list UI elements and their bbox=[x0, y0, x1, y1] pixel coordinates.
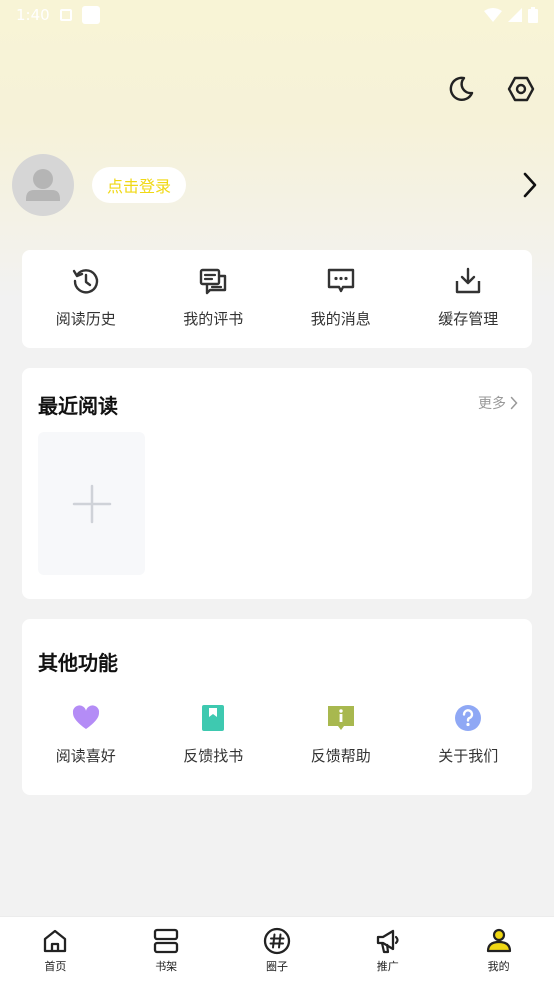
avatar-placeholder-icon bbox=[26, 169, 60, 201]
other-functions-card: 其他功能 阅读喜好 反馈找书 反馈帮助 关于我们 bbox=[22, 619, 532, 795]
comment-book-icon bbox=[200, 268, 227, 295]
tab-label: 圈子 bbox=[265, 960, 288, 973]
settings-icon bbox=[507, 76, 535, 102]
recent-reading-title: 最近阅读 bbox=[38, 394, 118, 418]
quick-item-label: 我的消息 bbox=[310, 310, 371, 328]
tab-label: 首页 bbox=[44, 960, 67, 973]
my-messages-button[interactable]: 我的消息 bbox=[277, 250, 405, 348]
feedback-help-button[interactable]: 反馈帮助 bbox=[277, 703, 405, 766]
profile-row[interactable]: 点击登录 bbox=[12, 154, 542, 216]
other-functions-row: 阅读喜好 反馈找书 反馈帮助 关于我们 bbox=[22, 703, 532, 766]
login-button[interactable]: 点击登录 bbox=[92, 167, 187, 203]
night-mode-button[interactable] bbox=[443, 72, 477, 106]
tab-label: 推广 bbox=[376, 960, 399, 973]
bottom-tab-bar: 首页 书架 圈子 推广 我的 bbox=[0, 916, 554, 984]
profile-icon bbox=[486, 928, 511, 953]
heart-icon bbox=[72, 705, 99, 729]
tab-circle[interactable]: 圈子 bbox=[222, 917, 333, 984]
tab-promote[interactable]: 推广 bbox=[332, 917, 443, 984]
status-time: 1:40 bbox=[16, 6, 50, 24]
megaphone-icon bbox=[376, 929, 399, 954]
function-label: 阅读喜好 bbox=[55, 747, 116, 765]
tab-mine[interactable]: 我的 bbox=[443, 917, 554, 984]
tab-label: 书架 bbox=[155, 960, 178, 973]
home-icon bbox=[44, 929, 67, 953]
hashtag-icon bbox=[263, 927, 291, 955]
other-functions-title: 其他功能 bbox=[38, 651, 118, 675]
cache-management-button[interactable]: 缓存管理 bbox=[405, 250, 533, 348]
signal-icon bbox=[508, 8, 522, 22]
function-label: 关于我们 bbox=[438, 747, 499, 765]
question-icon bbox=[455, 705, 482, 731]
reading-preference-button[interactable]: 阅读喜好 bbox=[22, 703, 150, 766]
add-book-button[interactable] bbox=[38, 432, 145, 575]
more-button[interactable]: 更多 bbox=[478, 393, 518, 413]
history-icon bbox=[72, 269, 98, 294]
quick-item-label: 阅读历史 bbox=[55, 310, 116, 328]
tab-bookshelf[interactable]: 书架 bbox=[111, 917, 222, 984]
info-icon bbox=[327, 706, 354, 730]
bookshelf-icon bbox=[154, 928, 179, 954]
wifi-icon bbox=[484, 8, 502, 22]
function-label: 反馈找书 bbox=[183, 747, 244, 765]
quick-actions-card: 阅读历史 我的评书 我的消息 缓存管理 bbox=[22, 250, 532, 348]
bookmark-icon bbox=[202, 705, 225, 731]
tab-home[interactable]: 首页 bbox=[0, 917, 111, 984]
tab-label: 我的 bbox=[487, 960, 510, 973]
my-reviews-button[interactable]: 我的评书 bbox=[150, 250, 278, 348]
quick-item-label: 缓存管理 bbox=[438, 310, 499, 328]
notification-square-icon bbox=[81, 6, 100, 24]
more-label: 更多 bbox=[478, 396, 506, 412]
function-label: 反馈帮助 bbox=[310, 747, 371, 765]
feedback-find-book-button[interactable]: 反馈找书 bbox=[150, 703, 278, 766]
about-us-button[interactable]: 关于我们 bbox=[405, 703, 533, 766]
download-icon bbox=[456, 267, 481, 294]
settings-button[interactable] bbox=[504, 72, 538, 106]
battery-icon bbox=[528, 7, 538, 23]
chevron-right-icon bbox=[523, 172, 537, 198]
message-icon bbox=[327, 268, 354, 293]
avatar[interactable] bbox=[12, 154, 74, 216]
status-bar: 1:40 bbox=[0, 0, 554, 30]
notification-a-icon bbox=[59, 9, 72, 21]
recent-reading-card: 最近阅读 更多 bbox=[22, 368, 532, 599]
moon-icon bbox=[449, 76, 474, 101]
quick-item-label: 我的评书 bbox=[183, 310, 244, 328]
chevron-right-icon bbox=[510, 396, 518, 410]
reading-history-button[interactable]: 阅读历史 bbox=[22, 250, 150, 348]
plus-icon bbox=[72, 484, 111, 523]
profile-arrow-button[interactable] bbox=[518, 170, 542, 200]
